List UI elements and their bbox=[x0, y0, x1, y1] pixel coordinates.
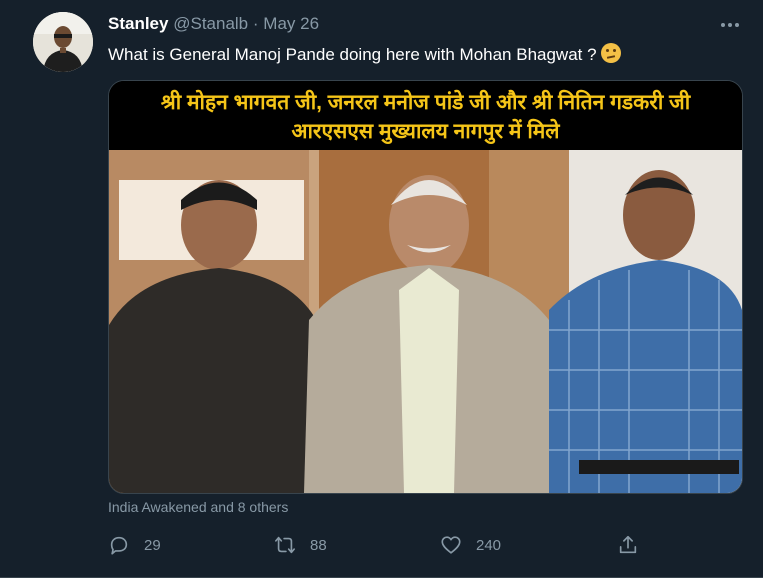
tweet-actions: 29 88 240 bbox=[108, 532, 668, 558]
tweet[interactable]: Stanley @Stanalb · May 26 What is Genera… bbox=[0, 0, 763, 578]
reply-count: 29 bbox=[144, 536, 161, 554]
tweet-header: Stanley @Stanalb · May 26 bbox=[108, 14, 319, 34]
avatar-image bbox=[33, 12, 93, 72]
reply-icon bbox=[110, 536, 128, 555]
reply-button[interactable]: 29 bbox=[108, 532, 161, 558]
tweet-media[interactable]: श्री मोहन भागवत जी, जनरल मनोज पांडे जी औ… bbox=[108, 80, 743, 494]
retweet-button[interactable]: 88 bbox=[274, 532, 327, 558]
banner-line-1: श्री मोहन भागवत जी, जनरल मनोज पांडे जी औ… bbox=[160, 91, 691, 114]
separator: · bbox=[252, 14, 259, 33]
heart-icon bbox=[441, 536, 461, 554]
social-context[interactable]: India Awakened and 8 others bbox=[108, 499, 288, 515]
tweet-text: What is General Manoj Pande doing here w… bbox=[108, 43, 621, 65]
more-dots-icon[interactable] bbox=[716, 14, 744, 36]
share-icon bbox=[619, 535, 637, 554]
retweet-count: 88 bbox=[310, 536, 327, 554]
user-handle[interactable]: @Stanalb bbox=[173, 14, 248, 33]
media-banner: श्री मोहन भागवत जी, जनरल मनोज पांडे जी औ… bbox=[109, 81, 742, 150]
display-name[interactable]: Stanley bbox=[108, 14, 168, 33]
banner-line-2: आरएसएस मुख्यालय नागपुर में मिले bbox=[291, 120, 560, 143]
thinking-face-emoji bbox=[600, 43, 621, 63]
tweet-date[interactable]: May 26 bbox=[263, 14, 319, 33]
like-count: 240 bbox=[476, 536, 502, 554]
avatar[interactable] bbox=[33, 12, 93, 72]
media-photo bbox=[109, 150, 742, 493]
share-button[interactable] bbox=[617, 532, 639, 558]
tweet-text-content: What is General Manoj Pande doing here w… bbox=[108, 45, 597, 64]
retweet-icon bbox=[275, 536, 295, 554]
like-button[interactable]: 240 bbox=[440, 532, 501, 558]
